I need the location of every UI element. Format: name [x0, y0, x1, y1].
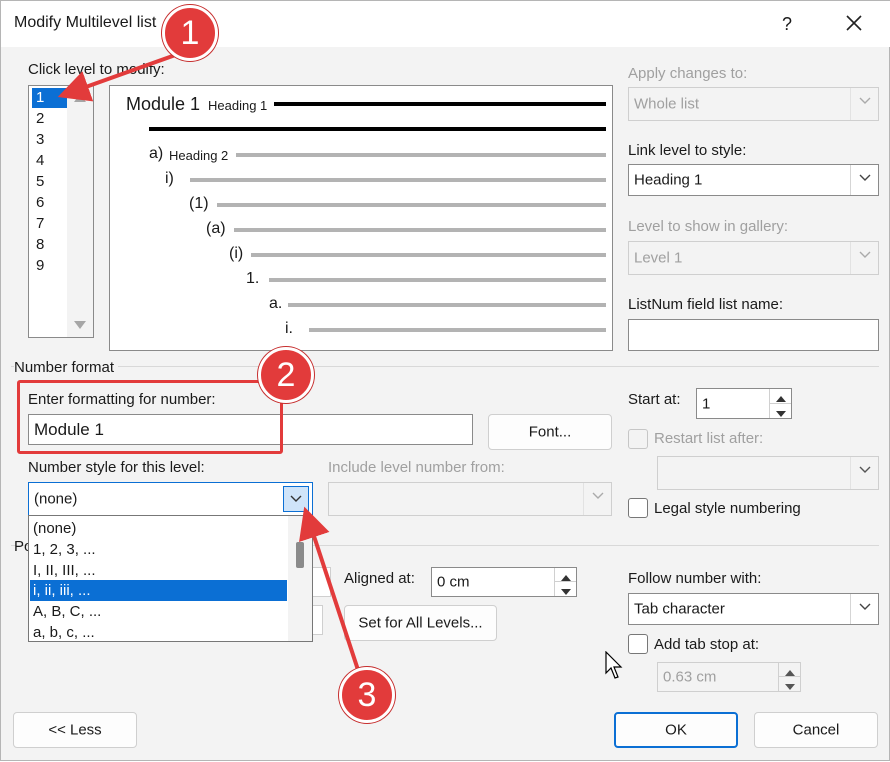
annotation-arrow-1 — [57, 51, 182, 102]
modify-multilevel-list-dialog: Modify Multilevel list ? Click level to … — [0, 0, 890, 761]
annotation-arrows — [57, 51, 363, 680]
callout-3: 3 — [339, 667, 395, 723]
callout-1: 1 — [162, 5, 218, 61]
callout-2: 2 — [258, 347, 314, 403]
annotation-arrow-3 — [299, 506, 363, 680]
